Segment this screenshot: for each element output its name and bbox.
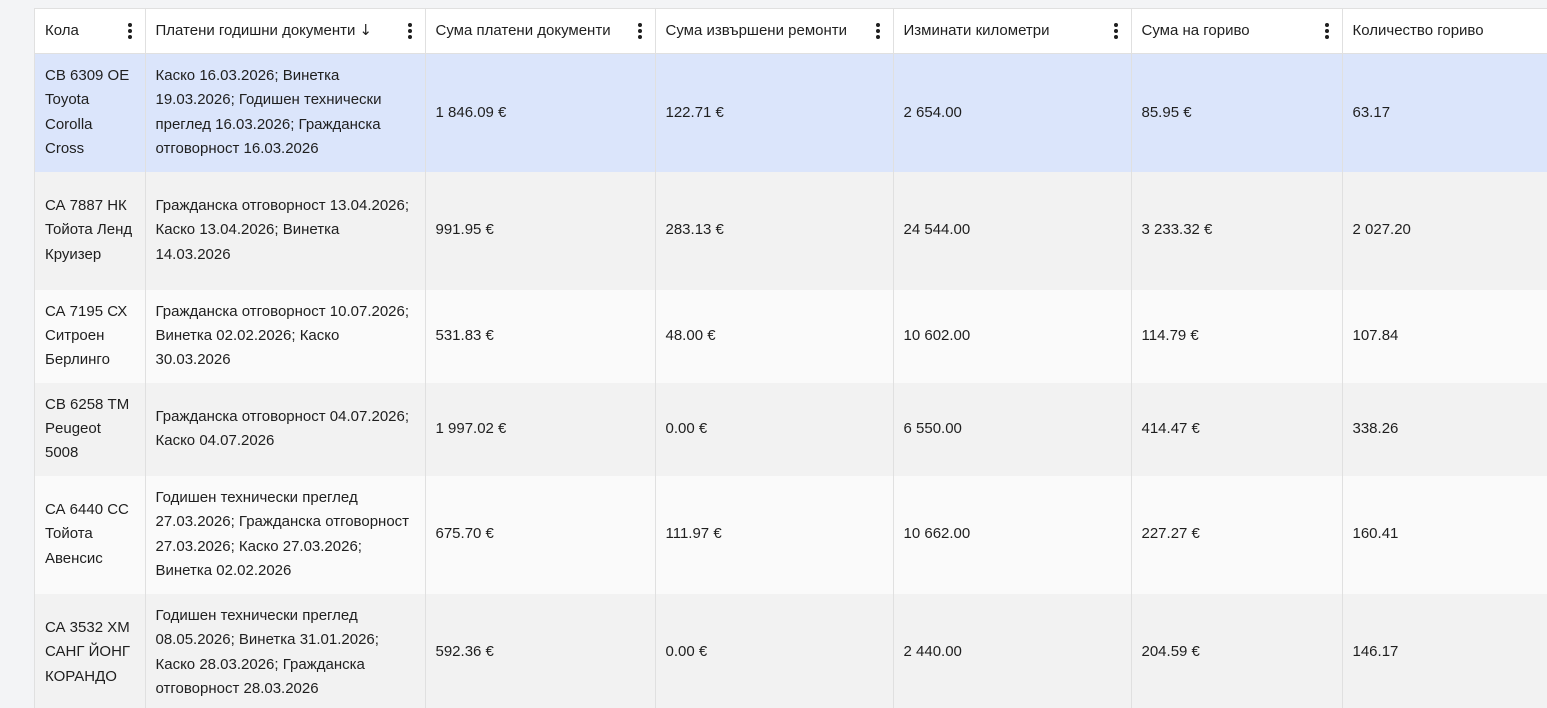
column-header-fuel-sum[interactable]: Сума на гориво (1131, 9, 1343, 54)
column-menu-icon[interactable] (635, 22, 645, 39)
column-header-label: Сума платени документи (435, 21, 611, 39)
cell-fuel-sum[interactable]: 3 233.32 € (1131, 171, 1343, 290)
cell-car[interactable]: СА 7195 СХ Ситроен Берлинго (35, 289, 146, 383)
column-header-label: Кола (45, 21, 79, 39)
cell-repairs-sum[interactable]: 0.00 € (655, 593, 894, 708)
column-menu-icon[interactable] (1111, 22, 1121, 39)
cell-fuel-qty[interactable]: 107.84 (1342, 289, 1547, 383)
cell-kilometers[interactable]: 2 440.00 (893, 593, 1132, 708)
column-header-kilometers[interactable]: Изминати километри (893, 9, 1132, 54)
table-row[interactable]: СВ 6258 ТМ Peugeot 5008 Гражданска отгов… (35, 382, 1547, 476)
cell-fuel-sum[interactable]: 414.47 € (1131, 382, 1343, 476)
cell-car[interactable]: СА 6440 СС Тойота Авенсис (35, 475, 146, 594)
cell-fuel-sum[interactable]: 85.95 € (1131, 53, 1343, 172)
cell-car[interactable]: СВ 6258 ТМ Peugeot 5008 (35, 382, 146, 476)
table-row[interactable]: СА 3532 ХМ САНГ ЙОНГ КОРАНДО Годишен тех… (35, 593, 1547, 708)
cell-car[interactable]: СА 7887 НК Тойота Ленд Круизер (35, 171, 146, 290)
cell-fuel-sum[interactable]: 227.27 € (1131, 475, 1343, 594)
header-row: Кола Платени годишни документи ↓ Сума пл… (35, 9, 1547, 54)
cell-fuel-qty[interactable]: 63.17 (1342, 53, 1547, 172)
cell-repairs-sum[interactable]: 111.97 € (655, 475, 894, 594)
cell-documents-sum[interactable]: 592.36 € (425, 593, 656, 708)
cell-repairs-sum[interactable]: 48.00 € (655, 289, 894, 383)
cell-documents-sum[interactable]: 675.70 € (425, 475, 656, 594)
cell-documents-sum[interactable]: 531.83 € (425, 289, 656, 383)
cell-documents[interactable]: Годишен технически преглед 27.03.2026; Г… (145, 475, 426, 594)
column-header-label: Сума извършени ремонти (665, 21, 848, 39)
table-row[interactable]: СА 7887 НК Тойота Ленд Круизер Гражданск… (35, 171, 1547, 290)
cell-kilometers[interactable]: 10 602.00 (893, 289, 1132, 383)
cell-documents[interactable]: Гражданска отговорност 10.07.2026; Винет… (145, 289, 426, 383)
cell-repairs-sum[interactable]: 283.13 € (655, 171, 894, 290)
cell-fuel-sum[interactable]: 114.79 € (1131, 289, 1343, 383)
column-header-documents[interactable]: Платени годишни документи ↓ (145, 9, 426, 54)
cell-documents[interactable]: Гражданска отговорност 04.07.2026; Каско… (145, 382, 426, 476)
cars-table: Кола Платени годишни документи ↓ Сума пл… (35, 9, 1547, 708)
cell-kilometers[interactable]: 6 550.00 (893, 382, 1132, 476)
cell-fuel-qty[interactable]: 160.41 (1342, 475, 1547, 594)
column-header-label: Изминати километри (903, 21, 1050, 39)
cell-car[interactable]: СА 3532 ХМ САНГ ЙОНГ КОРАНДО (35, 593, 146, 708)
cell-documents-sum[interactable]: 991.95 € (425, 171, 656, 290)
cell-fuel-sum[interactable]: 204.59 € (1131, 593, 1343, 708)
cell-fuel-qty[interactable]: 2 027.20 (1342, 171, 1547, 290)
cell-fuel-qty[interactable]: 146.17 (1342, 593, 1547, 708)
cell-kilometers[interactable]: 2 654.00 (893, 53, 1132, 172)
cell-fuel-qty[interactable]: 338.26 (1342, 382, 1547, 476)
column-menu-icon[interactable] (1322, 22, 1332, 39)
cell-documents-sum[interactable]: 1 846.09 € (425, 53, 656, 172)
page: Кола Платени годишни документи ↓ Сума пл… (0, 0, 1547, 708)
column-menu-icon[interactable] (405, 22, 415, 39)
cell-documents[interactable]: Гражданска отговорност 13.04.2026; Каско… (145, 171, 426, 290)
column-header-repairs-sum[interactable]: Сума извършени ремонти (655, 9, 894, 54)
column-header-label: Сума на гориво (1141, 21, 1250, 39)
column-menu-icon[interactable] (125, 22, 135, 39)
cell-repairs-sum[interactable]: 0.00 € (655, 382, 894, 476)
table-row[interactable]: СВ 6309 ОЕ Toyota Corolla Cross Каско 16… (35, 53, 1547, 172)
sort-descending-icon[interactable]: ↓ (359, 23, 372, 38)
column-header-documents-sum[interactable]: Сума платени документи (425, 9, 656, 54)
cell-documents[interactable]: Каско 16.03.2026; Винетка 19.03.2026; Го… (145, 53, 426, 172)
column-header-fuel-qty[interactable]: Количество гориво (1342, 9, 1547, 54)
table-row[interactable]: СА 6440 СС Тойота Авенсис Годишен технич… (35, 475, 1547, 594)
cell-documents-sum[interactable]: 1 997.02 € (425, 382, 656, 476)
cell-kilometers[interactable]: 10 662.00 (893, 475, 1132, 594)
cell-car[interactable]: СВ 6309 ОЕ Toyota Corolla Cross (35, 53, 146, 172)
cell-kilometers[interactable]: 24 544.00 (893, 171, 1132, 290)
column-header-label: Количество гориво (1352, 21, 1484, 39)
column-header-label: Платени годишни документи (155, 21, 356, 39)
column-menu-icon[interactable] (873, 22, 883, 39)
data-grid: Кола Платени годишни документи ↓ Сума пл… (34, 8, 1547, 708)
table-row[interactable]: СА 7195 СХ Ситроен Берлинго Гражданска о… (35, 289, 1547, 383)
cell-repairs-sum[interactable]: 122.71 € (655, 53, 894, 172)
cell-documents[interactable]: Годишен технически преглед 08.05.2026; В… (145, 593, 426, 708)
column-header-car[interactable]: Кола (35, 9, 146, 54)
